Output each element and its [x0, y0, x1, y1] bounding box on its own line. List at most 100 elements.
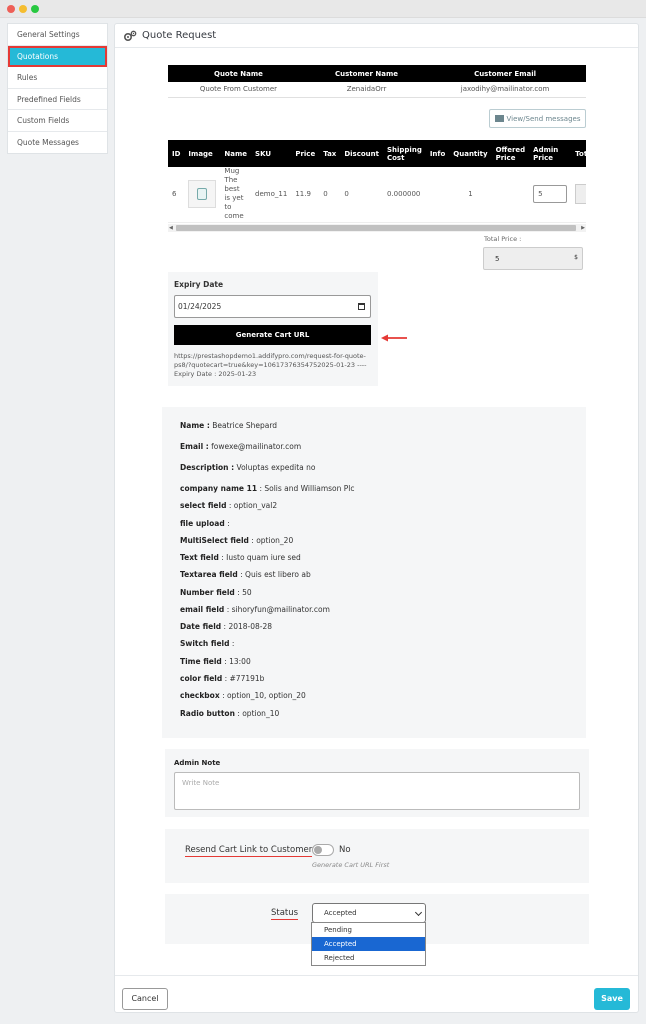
info-label: color field: [180, 674, 223, 683]
info-label: Radio button: [180, 709, 235, 718]
product-sku: demo_11: [251, 167, 292, 223]
product-quantity: 1: [449, 167, 492, 223]
product-thumbnail[interactable]: [188, 180, 217, 209]
info-value: : Iusto quam iure sed: [221, 553, 301, 562]
status-option-pending[interactable]: Pending: [312, 923, 425, 937]
total-cell: 5 $: [571, 167, 586, 223]
save-button[interactable]: Save: [594, 988, 630, 1010]
chevron-down-icon: [414, 908, 423, 917]
info-row: checkbox : option_10, option_20: [180, 691, 306, 700]
minimize-window-dot[interactable]: [19, 5, 27, 13]
table-cell: jaxodihy@mailinator.com: [424, 82, 586, 98]
expiry-date-input[interactable]: 01/24/2025: [174, 295, 371, 318]
view-send-messages-button[interactable]: View/Send messages: [489, 109, 586, 128]
column-header: Shipping Cost: [382, 140, 426, 167]
info-value: : 50: [237, 588, 252, 597]
info-row: file upload :: [180, 519, 230, 528]
product-image-cell: [184, 167, 221, 223]
info-row: Radio button : option_10: [180, 709, 279, 718]
info-row: Name : Beatrice Shepard: [180, 421, 277, 430]
view-send-messages-label: View/Send messages: [506, 114, 581, 123]
maximize-window-dot[interactable]: [31, 5, 39, 13]
gears-icon: [123, 30, 137, 41]
scrollbar-thumb[interactable]: [176, 225, 576, 231]
column-header: Offered Price: [491, 140, 530, 167]
sidebar-item-general-settings[interactable]: General Settings: [8, 24, 107, 46]
customer-info-section: Name : Beatrice Shepard Email : fowexe@m…: [162, 407, 586, 738]
expiry-date-label: Expiry Date: [174, 280, 224, 289]
info-label: Number field: [180, 588, 235, 597]
status-select[interactable]: Accepted: [312, 903, 426, 923]
scroll-right-icon[interactable]: ▶: [581, 224, 585, 232]
info-row: Textarea field : Quis est libero ab: [180, 570, 311, 579]
product-table: ID Image Name SKU Price Tax Discount Shi…: [168, 140, 586, 223]
status-option-rejected[interactable]: Rejected: [312, 951, 425, 965]
pointer-arrow-icon: [381, 334, 407, 342]
sidebar-item-quote-messages[interactable]: Quote Messages: [8, 132, 107, 154]
row-total-field: 5 $: [575, 184, 586, 205]
product-discount: 0: [340, 167, 383, 223]
info-value: : 13:00: [224, 657, 251, 666]
resend-toggle[interactable]: [312, 844, 334, 856]
info-value: :: [227, 519, 230, 528]
info-label: Text field: [180, 553, 219, 562]
info-value: : option_val2: [228, 501, 278, 510]
info-value: fowexe@mailinator.com: [211, 442, 302, 451]
column-header: Customer Email: [424, 65, 586, 82]
panel-footer: Cancel Save: [115, 975, 638, 1013]
cart-url-text: https://prestashopdemo1.addifypro.com/re…: [174, 352, 367, 378]
close-window-dot[interactable]: [7, 5, 15, 13]
table-cell: Quote From Customer: [168, 82, 309, 98]
sidebar-item-quotations[interactable]: Quotations: [8, 45, 107, 67]
sidebar-item-custom-fields[interactable]: Custom Fields: [8, 110, 107, 132]
admin-note-textarea[interactable]: Write Note: [174, 772, 580, 810]
column-header: Admin Price: [529, 140, 572, 167]
info-value: Voluptas expedita no: [236, 463, 316, 472]
product-table-wrapper: ID Image Name SKU Price Tax Discount Shi…: [168, 140, 586, 232]
status-dropdown: Pending Accepted Rejected: [311, 922, 426, 966]
column-header: Customer Name: [308, 65, 425, 82]
expiry-section: Expiry Date 01/24/2025 Generate Cart URL…: [168, 272, 378, 386]
column-header: SKU: [251, 140, 292, 167]
info-label: Date field: [180, 622, 222, 631]
product-info: [425, 167, 450, 223]
info-row: Switch field :: [180, 639, 234, 648]
product-shipping: 0.000000: [382, 167, 426, 223]
admin-price-input[interactable]: 5: [533, 185, 568, 204]
total-price-currency: $: [574, 254, 578, 261]
window-titlebar: [0, 0, 646, 18]
column-header: Quote Name: [168, 65, 309, 82]
info-row: email field : sihoryfun@mailinator.com: [180, 605, 330, 614]
cancel-button[interactable]: Cancel: [122, 988, 168, 1010]
info-value: : option_10: [237, 709, 280, 718]
column-header: Total: [571, 140, 586, 167]
resend-hint: Generate Cart URL First: [312, 861, 390, 869]
scroll-left-icon[interactable]: ◀: [169, 224, 173, 232]
sidebar-item-rules[interactable]: Rules: [8, 67, 107, 89]
column-header: Tax: [319, 140, 341, 167]
info-row: color field : #77191b: [180, 674, 264, 683]
info-label: Description :: [180, 463, 235, 472]
horizontal-scrollbar[interactable]: ◀ ▶: [168, 224, 586, 232]
info-value: : option_10, option_20: [222, 691, 306, 700]
info-label: checkbox: [180, 691, 220, 700]
sidebar-item-predefined-fields[interactable]: Predefined Fields: [8, 89, 107, 110]
info-row: Time field : 13:00: [180, 657, 251, 666]
product-price: 11.9: [291, 167, 320, 223]
info-value: Beatrice Shepard: [212, 421, 278, 430]
column-header: Info: [425, 140, 450, 167]
info-row: Text field : Iusto quam iure sed: [180, 553, 301, 562]
info-label: Time field: [180, 657, 222, 666]
info-label: company name 11: [180, 484, 258, 493]
status-option-accepted[interactable]: Accepted: [312, 937, 425, 951]
info-row: Number field : 50: [180, 588, 252, 597]
calendar-icon[interactable]: [358, 303, 365, 310]
mug-image-icon: [197, 188, 208, 201]
expiry-date-value: 01/24/2025: [178, 302, 222, 311]
info-label: Textarea field: [180, 570, 238, 579]
page-title: Quote Request: [142, 30, 217, 41]
admin-note-label: Admin Note: [174, 759, 221, 767]
generate-cart-url-button[interactable]: Generate Cart URL: [174, 325, 371, 345]
admin-note-section: Admin Note Write Note: [165, 749, 589, 817]
info-label: Email :: [180, 442, 209, 451]
